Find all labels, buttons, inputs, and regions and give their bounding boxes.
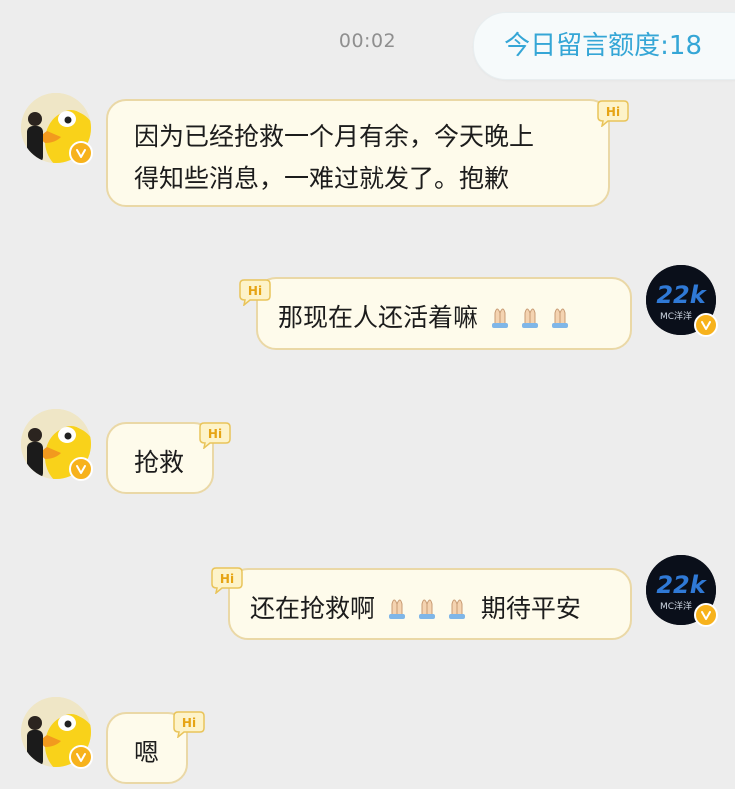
svg-text:Hi: Hi bbox=[248, 284, 262, 298]
svg-text:MC洋洋: MC洋洋 bbox=[660, 310, 692, 322]
verified-badge-icon bbox=[694, 603, 718, 627]
svg-text:Hi: Hi bbox=[182, 716, 196, 730]
hi-badge-icon: Hi bbox=[597, 100, 629, 127]
verified-badge-icon bbox=[69, 745, 93, 769]
message-text: 抢救 bbox=[134, 448, 185, 477]
message-bubble-outgoing[interactable]: 还在抢救啊 期待平安 bbox=[228, 568, 632, 640]
sender-avatar-left[interactable] bbox=[21, 697, 93, 769]
sender-avatar-left[interactable] bbox=[21, 409, 93, 481]
svg-text:22k: 22k bbox=[656, 281, 707, 309]
message-text: 还在抢救啊 bbox=[250, 594, 376, 623]
verified-badge-icon bbox=[694, 313, 718, 337]
sender-avatar-left[interactable] bbox=[21, 93, 93, 165]
message-bubble-incoming[interactable]: 因为已经抢救一个月有余，今天晚上 得知些消息，一难过就发了。抱歉 bbox=[106, 99, 610, 207]
message-text: 那现在人还活着嘛 bbox=[278, 303, 479, 332]
hi-badge-icon: Hi bbox=[211, 567, 243, 594]
svg-text:22k: 22k bbox=[656, 571, 707, 599]
hi-badge-icon: Hi bbox=[173, 711, 205, 738]
hi-badge-icon: Hi bbox=[239, 279, 271, 306]
message-bubble-outgoing[interactable]: 那现在人还活着嘛 bbox=[256, 277, 632, 350]
message-text: 嗯 bbox=[134, 738, 160, 767]
praying-hands-emoji bbox=[384, 594, 472, 626]
message-text-line: 得知些消息，一难过就发了。抱歉 bbox=[134, 164, 510, 193]
svg-text:Hi: Hi bbox=[606, 105, 620, 119]
message-text: 期待平安 bbox=[480, 594, 581, 623]
praying-hands-emoji bbox=[487, 303, 575, 335]
hi-badge-icon: Hi bbox=[199, 422, 231, 449]
message-quota-badge: 今日留言额度:18 bbox=[473, 12, 735, 80]
verified-badge-icon bbox=[69, 457, 93, 481]
svg-text:MC洋洋: MC洋洋 bbox=[660, 600, 692, 612]
svg-text:Hi: Hi bbox=[220, 572, 234, 586]
own-avatar-right[interactable]: 22k MC洋洋 bbox=[646, 555, 718, 627]
own-avatar-right[interactable]: 22k MC洋洋 bbox=[646, 265, 718, 337]
verified-badge-icon bbox=[69, 141, 93, 165]
svg-text:Hi: Hi bbox=[208, 427, 222, 441]
message-text-line: 因为已经抢救一个月有余，今天晚上 bbox=[134, 122, 535, 151]
